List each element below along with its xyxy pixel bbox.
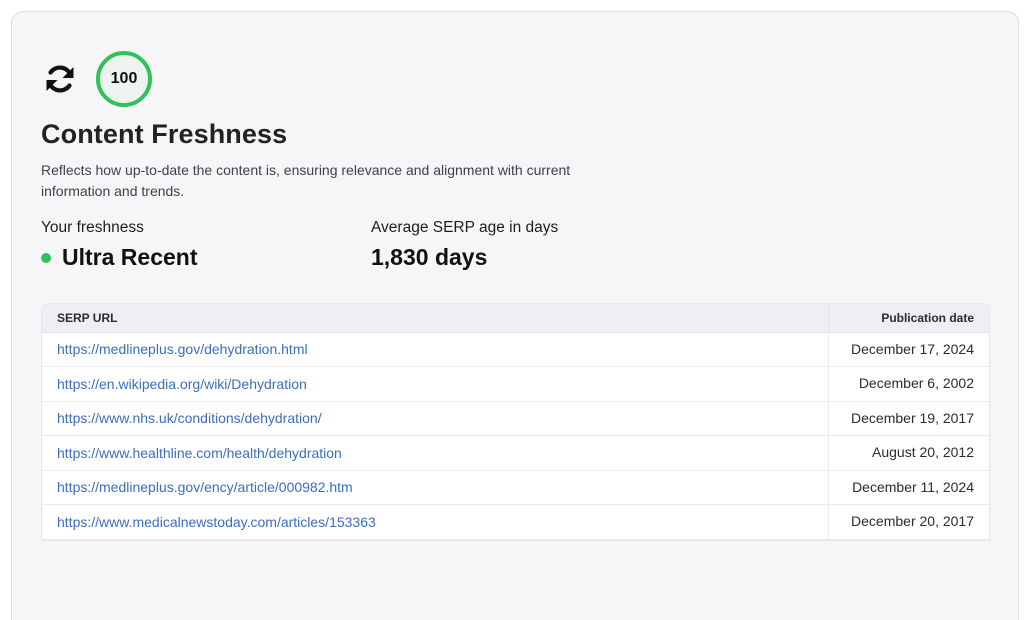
- publication-date-header: Publication date: [827, 304, 989, 333]
- card-description: Reflects how up-to-date the content is, …: [41, 162, 571, 199]
- score-badge: 100: [96, 51, 152, 107]
- table-row: https://medlineplus.gov/dehydration.html…: [42, 332, 989, 367]
- table-row: https://en.wikipedia.org/wiki/Dehydratio…: [42, 366, 989, 402]
- table-row: https://www.medicalnewstoday.com/article…: [42, 504, 989, 540]
- table-row: https://www.nhs.uk/conditions/dehydratio…: [42, 401, 989, 436]
- table-row: https://www.healthline.com/health/dehydr…: [42, 435, 989, 471]
- serp-age-label: Average SERP age in days: [371, 219, 559, 236]
- freshness-value: Ultra Recent: [41, 244, 197, 271]
- table-row: https://medlineplus.gov/ency/article/000…: [42, 470, 989, 505]
- serp-url-header: SERP URL: [42, 304, 828, 333]
- serp-url-link[interactable]: https://medlineplus.gov/dehydration.html: [57, 341, 308, 357]
- serp-url-link[interactable]: https://www.healthline.com/health/dehydr…: [57, 445, 342, 461]
- header-row: 100: [41, 51, 152, 107]
- freshness-label: Your freshness: [41, 219, 144, 236]
- publication-date: December 11, 2024: [827, 470, 989, 505]
- serp-url-link[interactable]: https://en.wikipedia.org/wiki/Dehydratio…: [57, 376, 307, 392]
- publication-date: December 6, 2002: [827, 366, 989, 402]
- table-header-row: SERP URL Publication date: [42, 304, 989, 333]
- card-title: Content Freshness: [41, 119, 288, 149]
- publication-date: December 19, 2017: [827, 401, 989, 436]
- publication-date: December 20, 2017: [827, 504, 989, 540]
- serp-age-value: 1,830 days: [371, 244, 488, 270]
- serp-url-link[interactable]: https://www.nhs.uk/conditions/dehydratio…: [57, 410, 322, 426]
- freshness-value-text: Ultra Recent: [62, 244, 198, 270]
- serp-url-link[interactable]: https://medlineplus.gov/ency/article/000…: [57, 479, 353, 495]
- content-freshness-card: 100 Content Freshness Reflects how up-to…: [11, 11, 1019, 620]
- publication-date: December 17, 2024: [827, 332, 989, 367]
- serp-url-link[interactable]: https://www.medicalnewstoday.com/article…: [57, 514, 376, 530]
- publication-date: August 20, 2012: [827, 435, 989, 471]
- status-dot: [41, 252, 51, 263]
- refresh-icon[interactable]: [41, 60, 79, 98]
- serp-table: SERP URL Publication date https://medlin…: [41, 303, 990, 541]
